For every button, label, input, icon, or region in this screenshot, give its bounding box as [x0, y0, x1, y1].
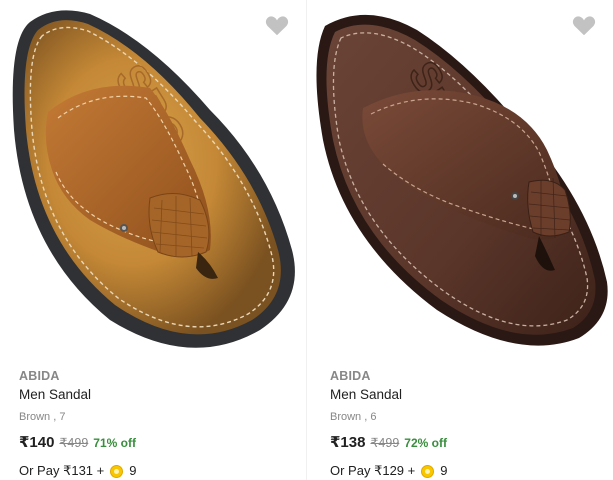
price-row: ₹138 ₹499 72% off [330, 433, 610, 453]
selling-price: ₹140 [19, 434, 55, 451]
supercoin-offer: Or Pay ₹131 + 9 [19, 461, 299, 480]
product-card[interactable]: Spo [307, 0, 613, 480]
variant-text: Brown , 6 [330, 411, 377, 423]
price-row: ₹140 ₹499 71% off [19, 433, 299, 453]
product-grid: SPO [0, 0, 613, 480]
brand-name: ABIDA [19, 369, 60, 383]
pay-prefix: Or Pay ₹129 + [330, 463, 416, 478]
pay-prefix: Or Pay ₹131 + [19, 463, 105, 478]
coin-count: 9 [129, 463, 137, 478]
original-price: ₹499 [59, 436, 89, 450]
wishlist-heart-icon[interactable] [264, 14, 290, 38]
product-image[interactable]: SPO [0, 0, 306, 360]
product-info: ABIDA Men Sandal Brown , 6 ₹138 ₹499 72% o… [330, 368, 610, 480]
original-price: ₹499 [370, 436, 400, 450]
discount-label: 71% off [93, 436, 136, 450]
wishlist-heart-icon[interactable] [571, 14, 597, 38]
discount-label: 72% off [404, 436, 447, 450]
supercoin-icon [110, 464, 124, 478]
coin-count: 9 [440, 463, 448, 478]
brand-name: ABIDA [330, 369, 371, 383]
product-title[interactable]: Men Sandal [19, 385, 299, 405]
supercoin-icon [421, 464, 435, 478]
variant-text: Brown , 7 [19, 411, 66, 423]
supercoin-offer: Or Pay ₹129 + 9 [330, 461, 610, 480]
product-card[interactable]: SPO [0, 0, 306, 480]
product-image[interactable]: Spo [307, 0, 613, 360]
product-title[interactable]: Men Sandal [330, 385, 610, 405]
selling-price: ₹138 [330, 434, 366, 451]
product-info: ABIDA Men Sandal Brown , 7 ₹140 ₹499 71% o… [19, 368, 299, 480]
